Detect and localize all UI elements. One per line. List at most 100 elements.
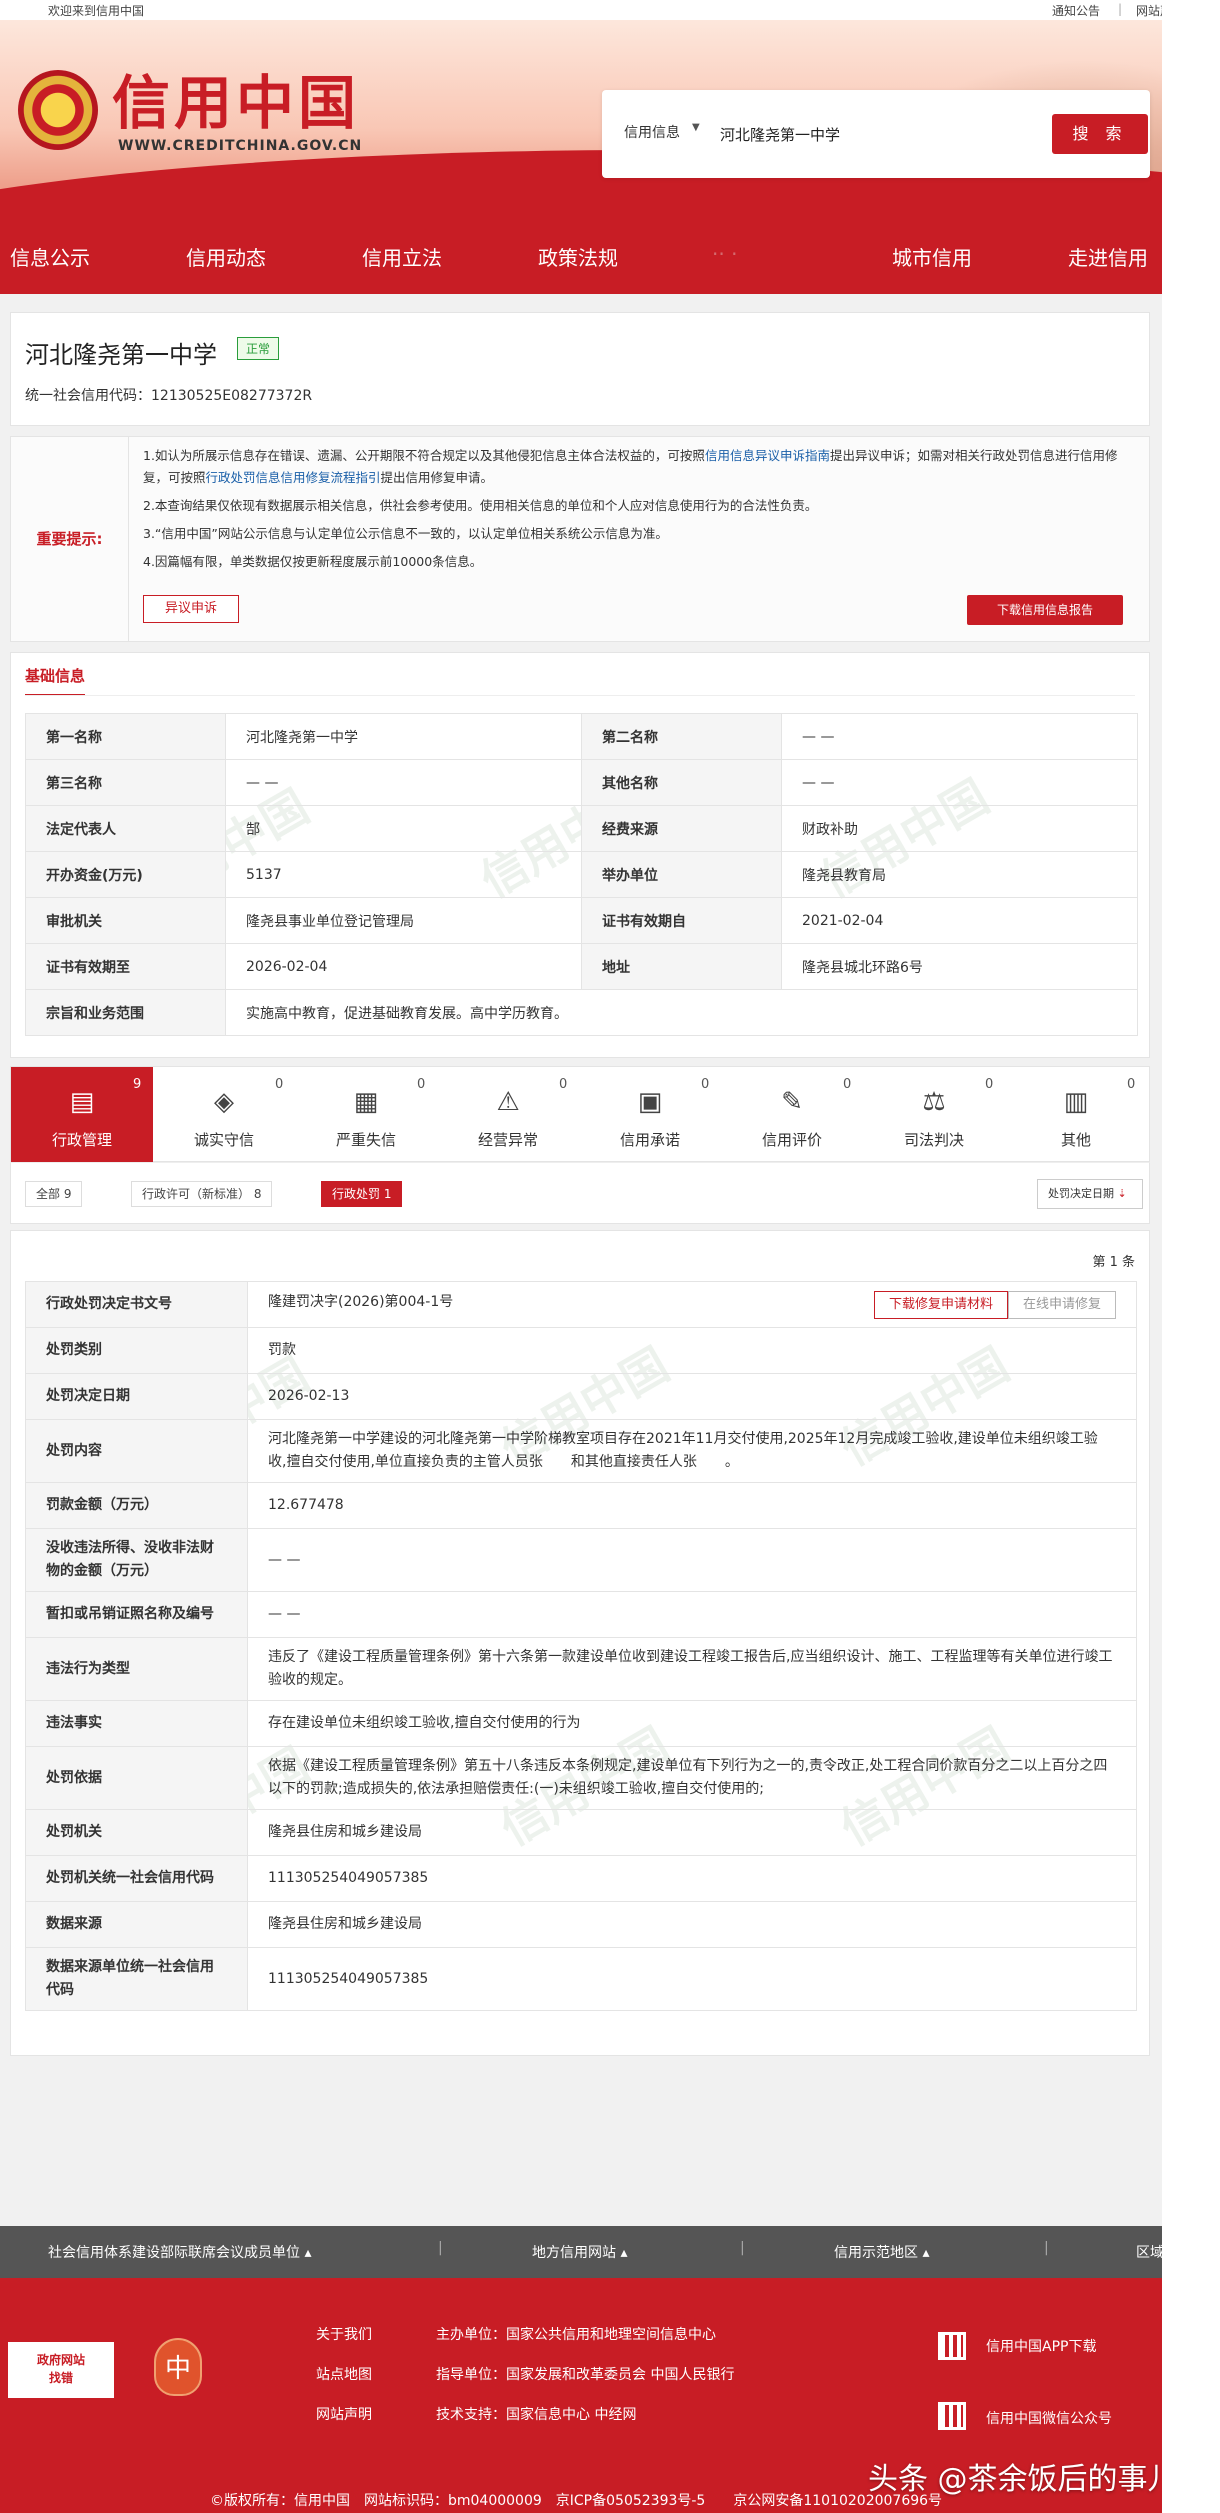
tips-label: 重要提示: <box>11 437 129 641</box>
field-value: 实施高中教育，促进基础教育发展。高中学历教育。 <box>225 989 1138 1036</box>
search-input[interactable] <box>720 114 1020 154</box>
nav-item-news[interactable]: 信用动态 <box>186 242 266 271</box>
tip-1: 1.如认为所展示信息存在错误、遗漏、公开期限不符合规定以及其他侵犯信息主体合法权… <box>143 445 1133 489</box>
field-value: 财政补助 <box>781 805 1138 852</box>
tab-count: 0 <box>843 1077 852 1092</box>
about-us-link[interactable]: 关于我们 <box>316 2324 372 2344</box>
wechat-account-link[interactable]: 信用中国微信公众号 <box>986 2408 1112 2428</box>
field-label: 其他名称 <box>581 759 782 806</box>
field-label: 经费来源 <box>581 805 782 852</box>
download-report-button[interactable]: 下载信用信息报告 <box>967 595 1123 625</box>
field-value: — — <box>247 1528 1137 1592</box>
nav-item-about-credit[interactable]: 走进信用 <box>1068 242 1148 271</box>
footer-link-bar: 社会信用体系建设部际联席会议成员单位 ▴ | 地方信用网站 ▴ | 信用示范地区… <box>0 2226 1175 2278</box>
field-value: 存在建设单位未组织竣工验收,擅自交付使用的行为 <box>247 1700 1137 1747</box>
tip-2: 2.本查询结果仅依现有数据展示相关信息，供社会参考使用。使用相关信息的单位和个人… <box>143 498 818 513</box>
filter-license[interactable]: 行政许可（新标准） 8 <box>131 1181 273 1207</box>
notice-link[interactable]: 通知公告 <box>1052 2 1100 19</box>
table-row: 处罚类别 罚款 <box>25 1327 1137 1374</box>
table-row: 第三名称 — — 其他名称 — — <box>25 759 1138 806</box>
record-counter: 第 1 条 <box>1092 1255 1135 1270</box>
tab-admin[interactable]: ▤ 9 行政管理 <box>11 1067 153 1163</box>
table-row: 数据来源 隆尧县住房和城乡建设局 <box>25 1901 1137 1948</box>
status-badge: 正常 <box>237 337 280 360</box>
emblem-star-icon: ★ <box>48 98 66 122</box>
local-sites-link[interactable]: 地方信用网站 ▴ <box>532 2242 627 2262</box>
field-value: 依据《建设工程质量管理条例》第五十八条违反本条例规定,建设单位有下列行为之一的,… <box>247 1746 1137 1810</box>
tab-abnormal[interactable]: ⚠ 0 经营异常 <box>437 1067 579 1163</box>
search-type-select[interactable]: 信用信息 <box>624 122 680 142</box>
field-label: 处罚机关 <box>25 1809 248 1856</box>
tab-label: 司法判决 <box>903 1131 964 1149</box>
top-bar: 欢迎来到信用中国 通知公告 | 网站声明 <box>0 0 1184 20</box>
nav-item-city-credit[interactable]: 城市信用 <box>892 242 972 271</box>
blacklist-icon: ▦ <box>353 1087 379 1117</box>
tab-evaluation[interactable]: ✎ 0 信用评价 <box>721 1067 863 1163</box>
field-label: 处罚决定日期 <box>25 1373 248 1420</box>
app-download-link[interactable]: 信用中国APP下载 <box>986 2336 1096 2356</box>
chevron-down-icon[interactable]: ▼ <box>692 122 700 133</box>
nav-item-policy[interactable]: 政策法规 <box>538 242 618 271</box>
gavel-icon: ⚖ <box>922 1087 946 1117</box>
table-row: 罚款金额（万元） 12.677478 <box>25 1482 1137 1529</box>
tab-label: 严重失信 <box>335 1131 396 1149</box>
tab-judicial[interactable]: ⚖ 0 司法判决 <box>863 1067 1005 1163</box>
tab-dishonest[interactable]: ▦ 0 严重失信 <box>295 1067 437 1163</box>
filter-penalty[interactable]: 行政处罚 1 <box>321 1181 403 1207</box>
certificate-icon: ▣ <box>637 1087 663 1117</box>
download-repair-materials-button[interactable]: 下载修复申请材料 <box>873 1290 1008 1319</box>
tab-other[interactable]: ▥ 0 其他 <box>1005 1067 1147 1163</box>
sort-dropdown[interactable]: 处罚决定日期 ⇣ <box>1037 1179 1143 1209</box>
objection-button[interactable]: 异议申诉 <box>143 595 239 623</box>
site-url: WWW.CREDITCHINA.GOV.CN <box>118 138 363 154</box>
field-value: 隆尧县教育局 <box>781 851 1138 898</box>
filter-bar: 全部 9 行政许可（新标准） 8 行政处罚 1 处罚决定日期 ⇣ <box>10 1162 1150 1224</box>
field-label: 没收违法所得、没收非法财物的金额（万元） <box>25 1528 248 1592</box>
nav-item-hidden[interactable]: ·· · <box>712 242 737 266</box>
search-button[interactable]: 搜 索 <box>1052 114 1148 154</box>
repair-guide-link[interactable]: 行政处罚信息信用修复流程指引 <box>206 470 381 485</box>
right-margin <box>1162 0 1220 2513</box>
table-row: 证书有效期至 2026-02-04 地址 隆尧县城北环路6号 <box>25 943 1138 990</box>
sitemap-link[interactable]: 站点地图 <box>316 2364 372 2384</box>
nav-item-disclosure[interactable]: 信息公示 <box>10 242 90 271</box>
table-row: 暂扣或吊销证照名称及编号 — — <box>25 1591 1137 1638</box>
site-statement-link[interactable]: 网站声明 <box>316 2404 372 2424</box>
folder-icon: ▥ <box>1063 1087 1089 1117</box>
basic-info-table: 第一名称 河北隆尧第一中学 第二名称 — — 第三名称 — — 其他名称 — — 法定代表人… <box>25 713 1138 1036</box>
tab-label: 信用承诺 <box>619 1131 680 1149</box>
table-row: 处罚内容 河北隆尧第一中学建设的河北隆尧第一中学阶梯教室项目存在2021年11月交… <box>25 1419 1137 1483</box>
site-logo[interactable]: 信用中国 <box>112 74 360 132</box>
gov-site-error-badge[interactable]: 政府网站 找错 <box>6 2340 116 2400</box>
field-label: 处罚依据 <box>25 1746 248 1810</box>
nav-item-legislation[interactable]: 信用立法 <box>362 242 442 271</box>
footer: 政府网站 找错 中 关于我们 站点地图 网站声明 主办单位：国家公共信用和地理空间… <box>0 2278 1178 2513</box>
field-label: 暂扣或吊销证照名称及编号 <box>25 1591 248 1638</box>
field-value: 隆尧县住房和城乡建设局 <box>247 1809 1137 1856</box>
field-value: 隆尧县城北环路6号 <box>781 943 1138 990</box>
tech-support: 技术支持：国家信息中心 中经网 <box>436 2407 637 2423</box>
online-repair-button[interactable]: 在线申请修复 <box>1007 1290 1116 1319</box>
footer-separator: | <box>438 2240 443 2256</box>
table-row: 处罚机关统一社会信用代码 111305254049057385 <box>25 1855 1137 1902</box>
police-badge-icon[interactable]: 中 <box>154 2338 202 2396</box>
penalty-detail-card: 信用中国 信用中国 信用中国 信用中国 信用中国 信用中国 第 1 条 行政处罚… <box>10 1230 1150 2056</box>
table-row: 处罚决定日期 2026-02-13 <box>25 1373 1137 1420</box>
tab-count: 0 <box>1127 1077 1136 1092</box>
member-units-link[interactable]: 社会信用体系建设部际联席会议成员单位 ▴ <box>48 2242 311 2262</box>
tab-count: 9 <box>133 1077 142 1092</box>
tab-commitment[interactable]: ▣ 0 信用承诺 <box>579 1067 721 1163</box>
table-row: 没收违法所得、没收非法财物的金额（万元） — — <box>25 1528 1137 1592</box>
tip-3: 3.“信用中国”网站公示信息与认定单位公示信息不一致的，以认定单位相关系统公示信… <box>143 526 668 541</box>
table-row: 违法事实 存在建设单位未组织竣工验收,擅自交付使用的行为 <box>25 1700 1137 1747</box>
national-emblem-icon: ★ <box>18 70 98 150</box>
sort-label: 处罚决定日期 <box>1048 1187 1114 1200</box>
demo-areas-link[interactable]: 信用示范地区 ▴ <box>834 2242 929 2262</box>
field-label: 数据来源单位统一社会信用代码 <box>25 1947 248 2011</box>
field-value: 隆尧县事业单位登记管理局 <box>225 897 582 944</box>
source-watermark: 头条 @茶余饭后的事儿 <box>868 2462 1178 2497</box>
field-value: 违反了《建设工程质量管理条例》第十六条第一款建设单位收到建设工程竣工报告后,应当… <box>247 1637 1137 1701</box>
tab-honesty[interactable]: ◈ 0 诚实守信 <box>153 1067 295 1163</box>
filter-all[interactable]: 全部 9 <box>25 1181 83 1207</box>
objection-guide-link[interactable]: 信用信息异议申诉指南 <box>705 448 830 463</box>
